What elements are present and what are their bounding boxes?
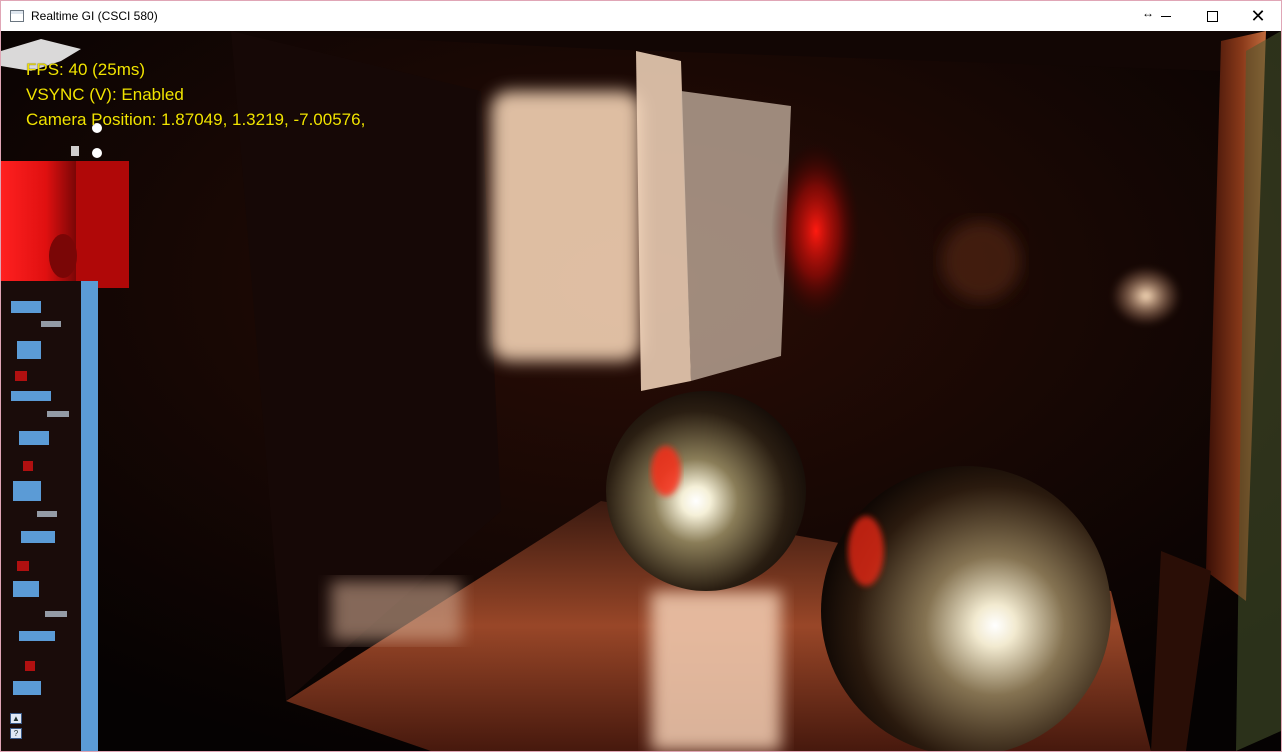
fps-readout: FPS: 40 (25ms) — [26, 60, 146, 79]
window-title: Realtime GI (CSCI 580) — [31, 9, 158, 23]
close-icon: ✕ — [1250, 6, 1266, 26]
hud-overlay: FPS: 40 (25ms) VSYNC (V): Enabled Camera… — [26, 57, 365, 132]
maximize-button[interactable] — [1189, 1, 1235, 31]
minimize-icon — [1161, 15, 1171, 17]
up-arrow-icon[interactable]: ▲ — [10, 713, 22, 724]
title-bar[interactable]: Realtime GI (CSCI 580) ↔ ✕ — [1, 1, 1281, 31]
app-window: Realtime GI (CSCI 580) ↔ ✕ ▲ ? FPS: 40 (… — [0, 0, 1282, 752]
minimize-button[interactable] — [1143, 1, 1189, 31]
maximize-icon — [1206, 10, 1218, 22]
camera-position-readout: Camera Position: 1.87049, 1.3219, -7.005… — [26, 110, 366, 129]
scene-render — [1, 31, 1281, 751]
debug-side-panel — [1, 281, 98, 751]
vsync-readout: VSYNC (V): Enabled — [26, 85, 184, 104]
app-window-icon[interactable] — [10, 10, 24, 22]
help-icon[interactable]: ? — [10, 728, 22, 739]
close-button[interactable]: ✕ — [1235, 1, 1281, 31]
render-viewport[interactable]: ▲ ? FPS: 40 (25ms) VSYNC (V): Enabled Ca… — [1, 31, 1281, 751]
